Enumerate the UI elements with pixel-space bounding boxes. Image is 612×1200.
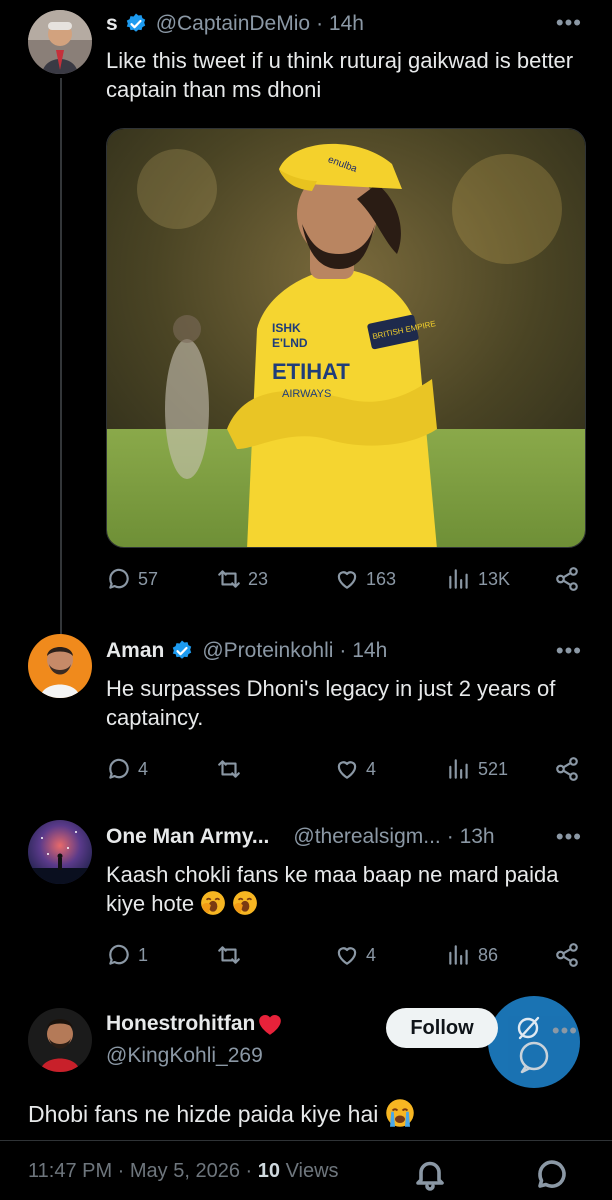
post-views-label: Views xyxy=(285,1160,339,1182)
retweet-button[interactable] xyxy=(216,942,248,968)
like-count: 163 xyxy=(366,568,397,589)
tweet-text: He surpasses Dhoni's legacy in just 2 ye… xyxy=(106,676,556,730)
jersey-text-1: ISHK xyxy=(272,321,301,335)
retweet-button[interactable]: 23 xyxy=(216,566,268,592)
reply-count: 1 xyxy=(138,944,149,965)
timestamp[interactable]: · 14h xyxy=(339,639,387,663)
reply-icon xyxy=(109,944,129,965)
reply-button[interactable]: 57 xyxy=(106,566,158,592)
views-icon xyxy=(449,945,468,965)
timestamp[interactable]: · 13h xyxy=(447,825,495,849)
share-icon xyxy=(556,943,578,967)
more-icon[interactable]: ••• xyxy=(556,638,582,664)
retweet-count: 23 xyxy=(248,568,269,589)
views-count: 86 xyxy=(478,944,499,965)
reply-icon xyxy=(109,568,129,589)
handle[interactable]: @therealsigm... xyxy=(293,825,440,849)
retweet-icon xyxy=(218,760,240,778)
tweet-text: Kaash chokli fans ke maa baap ne mard pa… xyxy=(106,860,576,918)
retweet-button[interactable] xyxy=(216,756,248,782)
post-views-count: 10 xyxy=(257,1160,280,1182)
like-icon xyxy=(337,571,357,589)
views-icon xyxy=(449,569,468,589)
tweet-2[interactable]: Aman @Proteinkohli · 14h ••• He surpasse… xyxy=(0,620,612,806)
handle[interactable]: @CaptainDeMio xyxy=(156,12,310,36)
tweet-3[interactable]: One Man Army... @therealsigm... · 13h ••… xyxy=(0,806,612,992)
tweet-actions: 57 23 163 13K xyxy=(106,566,586,600)
display-name[interactable]: s xyxy=(106,12,118,36)
messages-icon[interactable] xyxy=(534,1156,570,1192)
retweet-icon xyxy=(218,946,240,964)
grok-icon[interactable] xyxy=(512,1012,544,1044)
more-icon[interactable]: ••• xyxy=(552,1018,578,1044)
divider xyxy=(0,1140,612,1141)
avatar[interactable] xyxy=(28,1008,92,1072)
tweet-image[interactable]: enulba ISHK E'LND ETIHAT AIRWAYS BRITISH… xyxy=(106,128,586,548)
display-name[interactable]: Honestrohitfan xyxy=(106,1012,255,1036)
like-count: 4 xyxy=(366,758,377,779)
main-post-text-content: Dhobi fans ne hizde paida kiye hai xyxy=(28,1101,379,1127)
jersey-sponsor-2: AIRWAYS xyxy=(282,388,331,400)
share-button[interactable] xyxy=(554,942,586,968)
like-icon xyxy=(337,947,357,965)
avatar[interactable] xyxy=(28,634,92,698)
reply-icon xyxy=(109,758,129,779)
like-button[interactable]: 4 xyxy=(334,756,376,782)
tweet-actions: 4 4 521 xyxy=(106,756,586,790)
share-icon xyxy=(556,757,578,781)
avatar[interactable] xyxy=(28,820,92,884)
jersey-sponsor: ETIHAT xyxy=(272,359,350,384)
views-icon xyxy=(449,759,468,779)
views-count: 521 xyxy=(478,758,509,779)
profile-name-row: Honestrohitfan xyxy=(106,1012,283,1036)
jersey-text-2: E'LND xyxy=(272,336,308,350)
tweet-header: One Man Army... @therealsigm... · 13h xyxy=(106,825,495,849)
verified-icon xyxy=(126,13,145,32)
tweet-text: Like this tweet if u think ruturaj gaikw… xyxy=(106,48,574,102)
reply-count: 57 xyxy=(138,568,159,589)
share-button[interactable] xyxy=(554,756,586,782)
tweet-actions: 1 4 86 xyxy=(106,942,586,976)
tweet-header: s @CaptainDeMio · 14h xyxy=(106,12,364,36)
tweet-text-content: Kaash chokli fans ke maa baap ne mard pa… xyxy=(106,862,559,916)
timestamp[interactable]: · 14h xyxy=(316,12,364,36)
tweet-1[interactable]: s @CaptainDeMio · 14h ••• Like this twee… xyxy=(0,0,612,620)
reply-count: 4 xyxy=(138,758,149,779)
post-timestamp: 11:47 PM · May 5, 2026 · xyxy=(28,1160,253,1182)
heart-emoji xyxy=(259,1014,282,1035)
main-post-text: Dhobi fans ne hizde paida kiye hai xyxy=(28,1098,415,1128)
more-icon[interactable]: ••• xyxy=(556,10,582,36)
display-name[interactable]: Aman xyxy=(106,639,164,663)
share-icon xyxy=(556,567,578,591)
display-name[interactable]: One Man Army... xyxy=(106,825,269,849)
handle[interactable]: @KingKohli_269 xyxy=(106,1044,263,1068)
reply-button[interactable]: 1 xyxy=(106,942,148,968)
avatar[interactable] xyxy=(28,10,92,74)
views-button[interactable]: 86 xyxy=(446,942,498,968)
follow-button[interactable]: Follow xyxy=(386,1008,498,1048)
views-count: 13K xyxy=(478,568,511,589)
like-icon xyxy=(337,761,357,779)
verified-icon xyxy=(173,640,192,659)
yawn-emoji xyxy=(233,891,258,915)
like-button[interactable]: 163 xyxy=(334,566,396,592)
like-button[interactable]: 4 xyxy=(334,942,376,968)
views-button[interactable]: 13K xyxy=(446,566,510,592)
more-icon[interactable]: ••• xyxy=(556,824,582,850)
retweet-icon xyxy=(218,570,240,588)
profile-handle-row: @KingKohli_269 xyxy=(106,1044,263,1068)
tweet-header: Aman @Proteinkohli · 14h xyxy=(106,639,387,663)
views-button[interactable]: 521 xyxy=(446,756,508,782)
reply-button[interactable]: 4 xyxy=(106,756,148,782)
handle[interactable]: @Proteinkohli xyxy=(202,639,333,663)
post-meta: 11:47 PM · May 5, 2026 · 10 Views xyxy=(28,1160,339,1183)
crying-emoji xyxy=(386,1099,414,1127)
yawn-emoji xyxy=(201,891,226,915)
notifications-icon[interactable] xyxy=(412,1156,448,1192)
share-button[interactable] xyxy=(554,566,586,592)
like-count: 4 xyxy=(366,944,377,965)
